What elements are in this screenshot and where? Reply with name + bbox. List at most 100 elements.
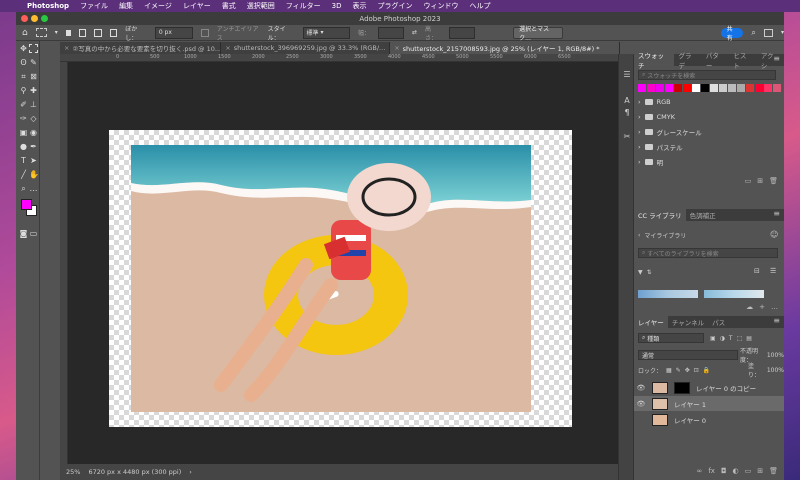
screen-mode-icon[interactable]: ▭ [29,229,38,238]
tab-gradients[interactable]: グラデ [674,52,701,70]
quick-mask-icon[interactable]: ◙ [19,229,28,238]
menu-3d[interactable]: 3D [332,2,342,10]
menu-image[interactable]: イメージ [144,1,172,11]
visibility-eye-icon[interactable]: 👁 [636,400,646,408]
type-filter-icon[interactable]: T [729,335,733,342]
layer-row[interactable]: 👁 レイヤー 0 のコピー [634,380,784,395]
adjustment-layer-icon[interactable]: ◐ [733,467,739,475]
home-icon[interactable]: ⌂ [22,28,28,38]
panel-menu-icon[interactable]: ≡ [773,316,780,325]
fill-control[interactable]: 塗り： 100% [748,363,784,379]
swatch-folder-rgb[interactable]: › RGB [638,96,671,108]
library-color-theme[interactable] [638,290,698,298]
zoom-level[interactable]: 25% [66,468,80,476]
zoom-tool-icon[interactable]: ⌕ [19,184,28,193]
menu-type[interactable]: 書式 [222,1,236,11]
antialias-checkbox[interactable] [201,28,209,37]
feather-input[interactable]: 0 px [154,26,194,39]
path-select-tool-icon[interactable]: ➤ [29,156,38,165]
status-menu-arrow[interactable]: › [189,468,192,476]
tab-cc-libraries[interactable]: CC ライブラリ [634,209,686,221]
swatch-folder-pastel[interactable]: › パステル [638,141,683,153]
frame-tool-icon[interactable]: ⊠ [29,72,38,81]
lasso-tool-icon[interactable]: ʘ [19,58,28,67]
menu-photoshop[interactable]: Photoshop [27,2,69,10]
select-and-mask-button[interactable]: 選択とマスク... [513,26,563,42]
list-view-icon[interactable]: ☰ [770,267,776,275]
swatch[interactable] [674,84,682,92]
close-tab-icon[interactable]: × [225,44,230,52]
add-selection-icon[interactable] [79,28,87,37]
swap-icon[interactable]: ⇄ [412,29,417,36]
layer-row[interactable]: 👁 レイヤー 0 [634,412,784,427]
clone-stamp-tool-icon[interactable]: ⊥ [29,100,38,109]
shape-filter-icon[interactable]: ⬚ [737,335,743,342]
type-tool-icon[interactable]: T [19,156,28,165]
tab-histogram[interactable]: ヒスト [729,52,756,70]
tab-channels[interactable]: チャンネル [668,316,708,328]
gradient-tool-icon[interactable]: ▣ [19,128,28,137]
trash-icon[interactable]: 🗑 [769,467,778,475]
adjustment-filter-icon[interactable]: ◑ [720,335,725,342]
swatch[interactable] [719,84,727,92]
swatch[interactable] [737,84,745,92]
tab-swatches[interactable]: スウォッチ [634,52,675,70]
tools-presets-icon[interactable]: ✂ [622,132,632,142]
menu-plugins[interactable]: プラグイン [377,1,412,11]
menu-file[interactable]: ファイル [80,1,108,11]
menu-help[interactable]: ヘルプ [469,1,490,11]
lock-transparent-icon[interactable]: ▦ [666,367,672,374]
layer-row[interactable]: 👁 レイヤー 1 [634,396,784,411]
lock-image-icon[interactable]: ✎ [676,367,681,374]
new-selection-icon[interactable] [65,29,72,36]
height-input[interactable] [449,26,476,39]
properties-icon[interactable]: ☰ [622,70,632,80]
visibility-eye-icon[interactable]: 👁 [636,384,646,392]
menu-select[interactable]: 選択範囲 [247,1,275,11]
lock-all-icon[interactable]: 🔒 [703,367,710,374]
style-select[interactable]: 標準 ▾ [302,26,350,39]
new-swatch-icon[interactable]: ⊞ [757,177,763,185]
cloud-icon[interactable]: ☁ [746,303,753,311]
eraser-tool-icon[interactable]: ◇ [29,114,38,123]
tab-adjustments[interactable]: 色調補正 [686,209,720,221]
tab-patterns[interactable]: パター [702,52,729,70]
subtract-selection-icon[interactable] [94,28,102,37]
layer-mask-thumbnail[interactable] [674,381,690,394]
new-group-icon[interactable]: ▭ [745,467,752,475]
close-tab-icon[interactable]: × [394,44,399,52]
swatch[interactable] [692,84,700,92]
more-tools-icon[interactable]: … [29,184,38,193]
new-group-icon[interactable]: ▭ [745,177,752,185]
fill-value[interactable]: 100% [767,367,784,374]
blur-tool-icon[interactable]: ◉ [29,128,38,137]
more-icon[interactable]: … [771,303,778,311]
library-search-input[interactable]: ⌕ すべてのライブラリを検索 [638,248,778,258]
marquee-preset-icon[interactable] [35,28,47,37]
brush-tool-icon[interactable]: ✐ [19,100,28,109]
workspace-icon[interactable] [763,28,774,37]
search-icon[interactable]: ⌕ [751,28,755,38]
document-canvas[interactable] [109,130,572,427]
foreground-color-swatch[interactable] [21,199,32,210]
grid-view-icon[interactable]: ⊟ [754,267,760,275]
line-tool-icon[interactable]: ╱ [19,170,28,179]
close-tab-icon[interactable]: × [64,44,69,52]
move-tool-icon[interactable]: ✥ [19,44,28,53]
rect-marquee-tool-icon[interactable] [29,44,38,53]
pixel-filter-icon[interactable]: ▣ [710,335,716,342]
library-selector[interactable]: ‹ マイライブラリ [638,230,686,240]
swatch[interactable] [683,84,691,92]
swatch[interactable] [656,84,664,92]
swatch-search-input[interactable]: ⌕ スウォッチを検索 [638,70,776,80]
panel-menu-icon[interactable]: ≡ [773,209,780,218]
share-button[interactable]: 共有 [720,26,744,42]
swatch[interactable] [728,84,736,92]
swatch[interactable] [773,84,781,92]
tab-paths[interactable]: パス [708,316,729,328]
swatch[interactable] [746,84,754,92]
sort-icon[interactable]: ⇅ [647,269,652,276]
swatch-folder-cmyk[interactable]: › CMYK [638,111,675,123]
opacity-control[interactable]: 不透明度： 100% [740,348,784,364]
crop-tool-icon[interactable]: ⌗ [19,72,28,81]
